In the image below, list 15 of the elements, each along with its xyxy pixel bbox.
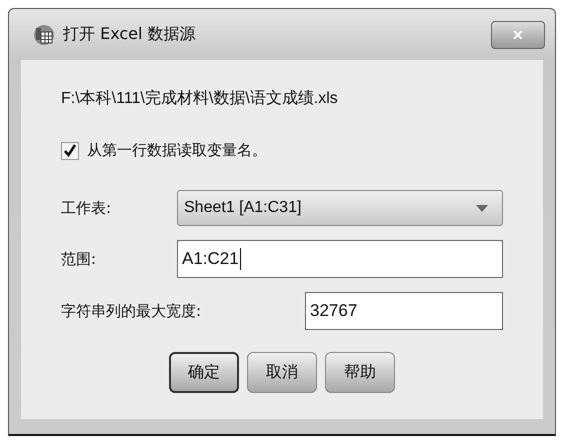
field-label: 工作表: — [61, 198, 112, 218]
worksheet-dropdown[interactable]: Sheet1 [A1:C31] — [177, 190, 503, 226]
max-width-field[interactable]: 32767 — [305, 292, 503, 330]
window-title: 打开 Excel 数据源 — [63, 24, 197, 45]
dialog-button[interactable]: 取消 — [247, 352, 317, 393]
spreadsheet-icon — [33, 24, 55, 46]
field-label: 范围: — [61, 250, 98, 268]
dialog-button[interactable]: 帮助 — [325, 352, 395, 393]
range-field[interactable]: A1:C21 — [177, 240, 503, 278]
dialog-button[interactable]: 确定 — [169, 352, 239, 393]
dropdown-arrow-icon — [476, 204, 488, 212]
checkbox[interactable] — [61, 142, 79, 160]
checkbox-label: 从第一行数据读取变量名。 — [87, 141, 267, 160]
file-path: F:\本科\111\完成材料\数据\语文成绩.xls — [61, 88, 338, 109]
field-label: 字符串列的最大宽度: — [61, 302, 202, 320]
